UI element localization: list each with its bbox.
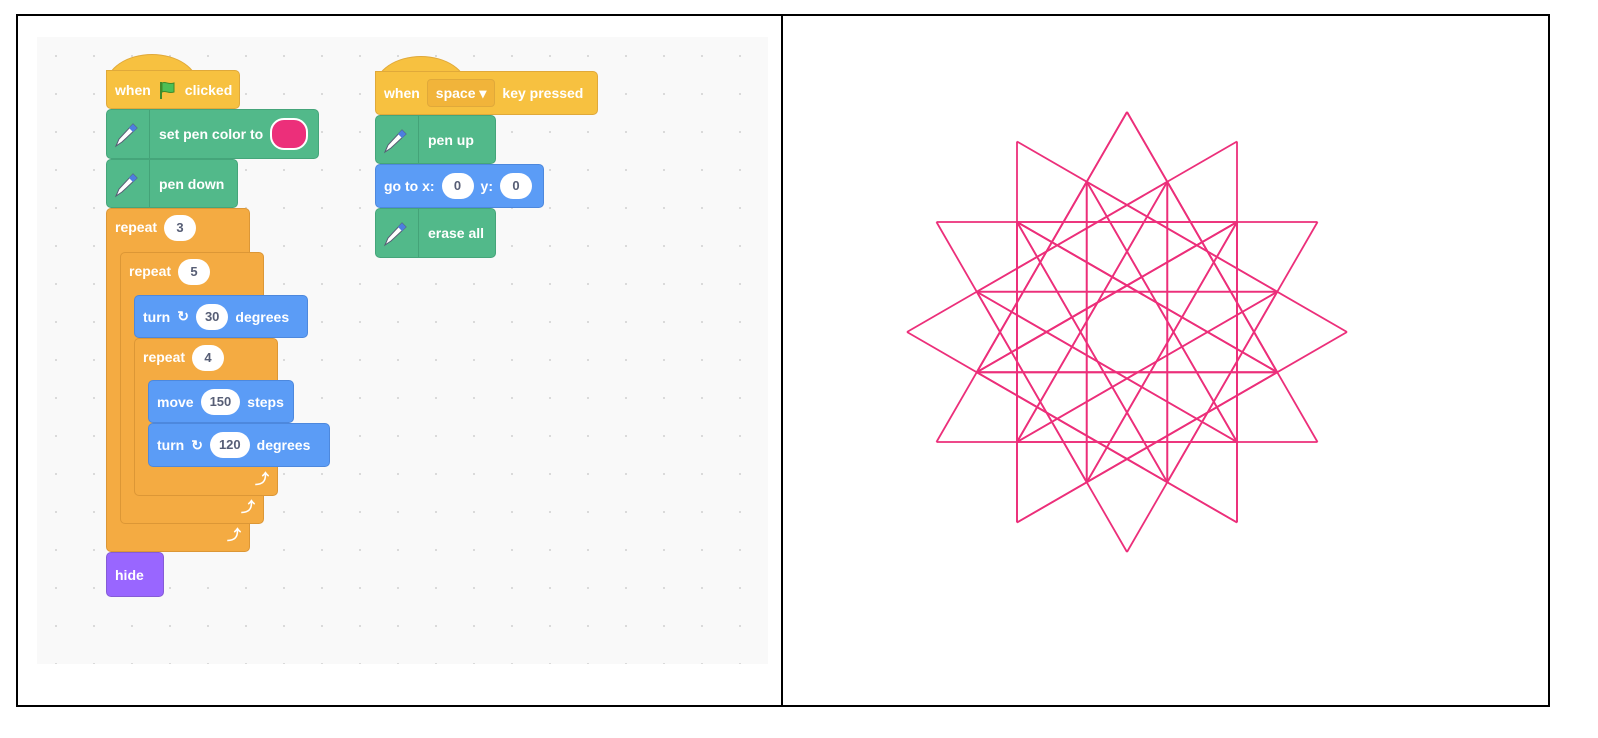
block-text: move xyxy=(157,393,194,410)
pen-down-block[interactable]: pen down xyxy=(106,159,238,208)
pen-drawing-stage xyxy=(906,111,1348,553)
pen-line xyxy=(975,111,1128,373)
green-flag-icon xyxy=(159,81,175,99)
pen-icon xyxy=(111,160,150,207)
turn-120-block[interactable]: turn ↻ 120 degrees xyxy=(148,423,330,467)
y-input[interactable]: 0 xyxy=(500,173,532,199)
rotate-clockwise-icon: ↻ xyxy=(177,308,189,324)
repeat-count-input[interactable]: 3 xyxy=(164,215,197,241)
repeat-count-input[interactable]: 4 xyxy=(192,345,225,371)
hide-block[interactable]: hide xyxy=(106,552,164,597)
block-text: pen down xyxy=(159,175,225,192)
degrees-input[interactable]: 120 xyxy=(209,432,250,458)
turn-30-block[interactable]: turn ↻ 30 degrees xyxy=(134,295,308,338)
move-steps-block[interactable]: move 150 steps xyxy=(148,380,294,423)
block-text: repeat xyxy=(143,349,186,365)
pen-up-block[interactable]: pen up xyxy=(375,115,496,164)
caret-down-icon: ▾ xyxy=(479,85,487,101)
key-dropdown[interactable]: space ▾ xyxy=(426,79,496,107)
block-text: pen up xyxy=(428,131,474,148)
block-text: hide xyxy=(115,566,144,583)
loop-arrow-icon: ⤴ xyxy=(227,527,241,543)
pen-icon xyxy=(380,209,419,257)
rotate-clockwise-icon: ↻ xyxy=(191,436,203,453)
pen-line xyxy=(976,371,1238,524)
go-to-xy-block[interactable]: go to x: 0 y: 0 xyxy=(375,164,544,208)
pen-line xyxy=(976,221,1238,374)
x-input[interactable]: 0 xyxy=(441,173,474,199)
block-text: key pressed xyxy=(502,85,584,101)
steps-input[interactable]: 150 xyxy=(200,388,241,415)
block-text: repeat xyxy=(129,263,172,279)
when-flag-clicked-block[interactable]: when clicked xyxy=(106,70,240,109)
pen-icon xyxy=(111,110,150,158)
loop-arrow-icon: ⤴ xyxy=(255,471,269,487)
pen-line xyxy=(1016,371,1278,524)
set-pen-color-block[interactable]: set pen color to xyxy=(106,109,319,159)
pen-line xyxy=(1016,181,1169,443)
block-text: steps xyxy=(247,393,284,410)
block-text: turn xyxy=(157,437,185,453)
block-text: y: xyxy=(480,178,493,194)
block-text: go to x: xyxy=(384,178,435,194)
pen-line xyxy=(1016,221,1169,483)
loop-arrow-icon: ⤴ xyxy=(241,499,255,515)
pen-icon xyxy=(380,116,419,163)
block-text: when xyxy=(115,81,151,98)
block-text: when xyxy=(384,85,420,101)
repeat-count-input[interactable]: 5 xyxy=(178,259,211,285)
pen-line xyxy=(976,290,1238,443)
pen-line xyxy=(1085,181,1238,443)
when-key-pressed-block[interactable]: when space ▾ key pressed xyxy=(375,71,598,115)
pen-line xyxy=(1016,221,1278,374)
block-text: turn xyxy=(143,308,171,325)
pen-color-swatch[interactable] xyxy=(270,118,309,150)
block-text: degrees xyxy=(256,437,311,453)
block-text: degrees xyxy=(235,308,290,325)
pen-line xyxy=(1085,221,1238,483)
degrees-input[interactable]: 30 xyxy=(195,303,229,330)
pen-line xyxy=(1016,290,1278,443)
block-text: erase all xyxy=(428,225,485,241)
block-text: repeat xyxy=(115,219,158,235)
key-value: space xyxy=(435,85,476,101)
erase-all-block[interactable]: erase all xyxy=(375,208,496,258)
block-text: clicked xyxy=(184,81,233,98)
block-text: set pen color to xyxy=(159,126,264,142)
